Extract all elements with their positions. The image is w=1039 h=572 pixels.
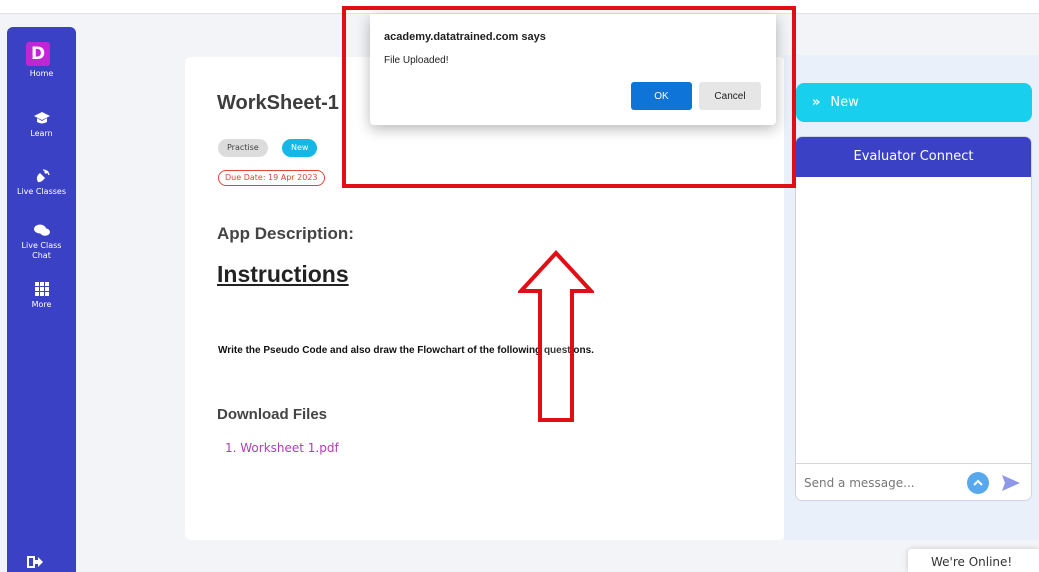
graduation-cap-icon — [33, 112, 50, 124]
dialog-message: File Uploaded! — [384, 55, 449, 66]
message-composer — [796, 463, 1031, 500]
message-input[interactable] — [804, 473, 954, 493]
app-description-heading: App Description: — [217, 224, 354, 243]
sidebar: D Home Learn Live Classes Live Class Cha… — [7, 27, 76, 572]
chat-bubbles-icon — [33, 224, 50, 236]
page-title: WorkSheet-1 — [217, 92, 339, 114]
worksheet-card: WorkSheet-1 Practise New Due Date: 19 Ap… — [185, 57, 785, 540]
sidebar-item-learn[interactable]: Learn — [7, 111, 76, 139]
scroll-up-button[interactable] — [967, 472, 989, 494]
sidebar-item-home[interactable]: Home — [7, 69, 76, 79]
badge-new: New — [282, 139, 318, 157]
sidebar-item-label: Learn — [30, 129, 53, 138]
ok-button[interactable]: OK — [631, 82, 692, 110]
instruction-text: Write the Pseudo Code and also draw the … — [218, 345, 594, 356]
download-files-heading: Download Files — [217, 406, 328, 423]
new-button[interactable]: » New — [796, 83, 1032, 122]
browser-top-strip — [0, 0, 1039, 14]
file-link-worksheet-1[interactable]: 1. Worksheet 1.pdf — [225, 441, 339, 455]
evaluator-connect-panel: Evaluator Connect — [795, 136, 1032, 501]
send-icon[interactable] — [1001, 474, 1021, 492]
chevron-up-icon — [973, 479, 983, 486]
instructions-heading: Instructions — [217, 261, 349, 287]
evaluator-connect-header: Evaluator Connect — [796, 137, 1031, 177]
logo[interactable]: D — [26, 42, 50, 66]
new-button-label: New — [830, 95, 859, 110]
sidebar-item-live-classes[interactable]: Live Classes — [7, 169, 76, 197]
badge-practise: Practise — [218, 139, 268, 157]
double-chevron-icon: » — [812, 95, 821, 110]
grid-icon — [34, 282, 49, 296]
due-date-badge: Due Date: 19 Apr 2023 — [218, 170, 325, 186]
sidebar-item-label: Home — [29, 69, 54, 78]
satellite-icon — [36, 169, 50, 183]
sidebar-item-label: More — [31, 300, 52, 309]
cancel-button[interactable]: Cancel — [699, 82, 761, 110]
sidebar-item-live-class-chat[interactable]: Live Class Chat — [7, 223, 76, 261]
sidebar-item-label: Live Class Chat — [21, 241, 62, 260]
online-status-widget[interactable]: We're Online! — [908, 549, 1039, 572]
sidebar-item-more[interactable]: More — [7, 282, 76, 310]
dialog-title: academy.datatrained.com says — [384, 31, 546, 43]
sidebar-item-label: Live Classes — [16, 187, 66, 196]
logout-icon[interactable] — [27, 555, 43, 569]
alert-dialog: academy.datatrained.com says File Upload… — [370, 14, 776, 125]
